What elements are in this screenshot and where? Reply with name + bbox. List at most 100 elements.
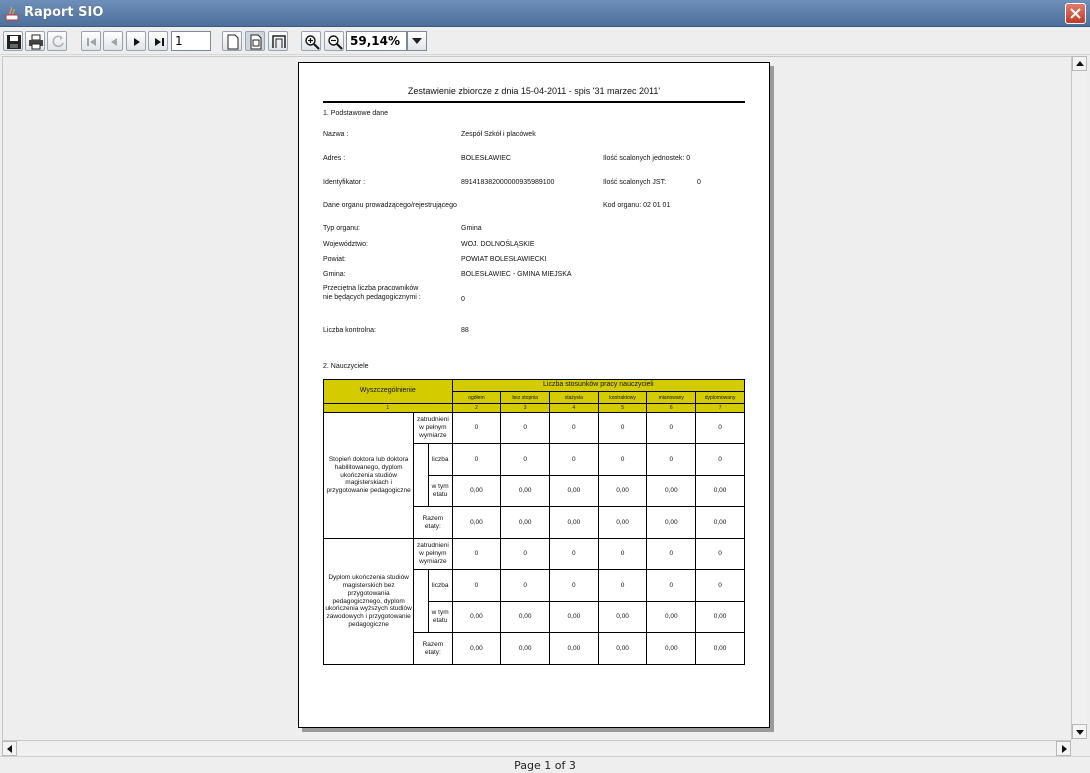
header-col: stażysta bbox=[549, 391, 599, 404]
table-cell: 0 bbox=[451, 569, 502, 602]
table-cell: 0,00 bbox=[451, 632, 502, 665]
group-label: Stopień doktora lub doktora habilitowane… bbox=[322, 412, 415, 539]
table-cell: 0 bbox=[597, 412, 648, 444]
page-indicator: Page 1 of 3 bbox=[514, 759, 576, 772]
report-title: Zestawienie zbiorcze z dnia 15-04-2011 -… bbox=[407, 86, 661, 96]
table-cell: 0,00 bbox=[451, 475, 502, 507]
scroll-up-button[interactable] bbox=[1072, 56, 1087, 71]
scroll-corner bbox=[1071, 740, 1087, 755]
organ-code: Kod organu: 02 01 01 bbox=[603, 202, 671, 209]
teachers-table: Wyszczególnienie Liczba stosunków pracy … bbox=[322, 379, 746, 665]
table-cell: 0,00 bbox=[695, 475, 745, 507]
horizontal-scrollbar[interactable] bbox=[2, 740, 1071, 756]
avg-staff-label-1: Przeciętna liczba pracowników bbox=[323, 285, 419, 292]
last-page-icon bbox=[155, 38, 164, 46]
table-cell: 0,00 bbox=[549, 475, 599, 507]
actual-size-button[interactable] bbox=[222, 31, 242, 51]
report-viewport[interactable]: Zestawienie zbiorcze z dnia 15-04-2011 -… bbox=[2, 56, 1072, 740]
header-col: dyplomowany bbox=[695, 391, 745, 404]
close-button[interactable] bbox=[1065, 3, 1086, 24]
report-page: Zestawienie zbiorcze z dnia 15-04-2011 -… bbox=[298, 62, 770, 728]
page-number-input[interactable]: 1 bbox=[171, 31, 211, 51]
table-cell: 0 bbox=[597, 538, 648, 570]
table-cell: 0,00 bbox=[695, 601, 745, 633]
printer-icon bbox=[29, 34, 43, 50]
wojewodztwo-label: Województwo: bbox=[323, 241, 369, 248]
fit-page-icon bbox=[250, 34, 262, 50]
arrow-right-icon bbox=[1062, 745, 1067, 753]
table-cell: 0,00 bbox=[500, 506, 550, 539]
vertical-scrollbar[interactable] bbox=[1071, 56, 1087, 740]
table-cell: 0 bbox=[695, 538, 745, 570]
next-page-button[interactable] bbox=[126, 31, 146, 51]
last-page-button[interactable] bbox=[148, 31, 168, 51]
merged-jst-value: 0 bbox=[697, 179, 701, 186]
table-cell: 0,00 bbox=[646, 475, 697, 507]
status-bar: Page 1 of 3 bbox=[0, 756, 1090, 773]
col-number: 7 bbox=[695, 403, 745, 413]
nazwa-label: Nazwa : bbox=[323, 131, 349, 138]
gmina-value: BOLESŁAWIEC - GMINA MIEJSKA bbox=[461, 271, 572, 278]
row-label-count: liczba bbox=[427, 443, 453, 476]
zoom-level-input[interactable]: 59,14% bbox=[346, 31, 407, 51]
zoom-in-button[interactable] bbox=[301, 31, 321, 51]
previous-page-icon bbox=[111, 38, 117, 46]
print-button[interactable] bbox=[25, 31, 45, 51]
table-cell: 0,00 bbox=[597, 601, 648, 633]
table-cell: 0 bbox=[695, 569, 745, 602]
chevron-down-icon bbox=[412, 38, 422, 44]
row-label-fte: w tym etatu bbox=[427, 601, 453, 633]
row-label-full-time: zatrudnieni w pełnym wymiarze bbox=[413, 538, 453, 570]
table-cell: 0 bbox=[549, 538, 599, 570]
table-cell: 0 bbox=[549, 569, 599, 602]
zoom-dropdown-button[interactable] bbox=[407, 31, 427, 51]
table-cell: 0,00 bbox=[549, 506, 599, 539]
col-number: 4 bbox=[549, 403, 599, 413]
table-cell: 0,00 bbox=[695, 632, 745, 665]
page-icon bbox=[227, 34, 239, 50]
reload-button[interactable] bbox=[47, 31, 67, 51]
col-number: 3 bbox=[500, 403, 550, 413]
gmina-label: Gmina: bbox=[323, 271, 346, 278]
adres-label: Adres : bbox=[323, 155, 346, 162]
table-cell: 0 bbox=[646, 412, 697, 444]
arrow-down-icon bbox=[1076, 730, 1084, 735]
scroll-left-button[interactable] bbox=[2, 741, 17, 756]
table-cell: 0 bbox=[646, 538, 697, 570]
table-cell: 0 bbox=[500, 443, 550, 476]
fit-width-icon bbox=[272, 35, 286, 48]
table-row: Dyplom ukończenia studiów magisterskich … bbox=[322, 538, 745, 665]
previous-page-button[interactable] bbox=[103, 31, 123, 51]
arrow-up-icon bbox=[1076, 61, 1084, 66]
save-button[interactable] bbox=[3, 31, 23, 51]
fit-page-button[interactable] bbox=[245, 31, 265, 51]
row-label-part-time: zatrudnieni w niepeł. wymiarze bbox=[413, 443, 429, 507]
identyfikator-value: 891418382000000935989100 bbox=[461, 179, 555, 186]
merged-jst-label: Ilość scalonych JST: bbox=[603, 179, 667, 186]
first-page-button[interactable] bbox=[81, 31, 101, 51]
control-number-value: 88 bbox=[461, 327, 469, 334]
table-cell: 0,00 bbox=[451, 506, 502, 539]
title-rule bbox=[323, 101, 745, 103]
powiat-value: POWIAT BOLESŁAWIECKI bbox=[461, 256, 547, 263]
header-col: bez stopnia bbox=[500, 391, 550, 404]
close-icon bbox=[1070, 8, 1081, 19]
zoom-out-button[interactable] bbox=[324, 31, 344, 51]
table-cell: 0 bbox=[646, 443, 697, 476]
scroll-right-button[interactable] bbox=[1056, 741, 1071, 756]
table-cell: 0 bbox=[549, 443, 599, 476]
wojewodztwo-value: WOJ. DOLNOŚLĄSKIE bbox=[461, 241, 535, 248]
header-group: Liczba stosunków pracy nauczycieli bbox=[451, 379, 746, 392]
scroll-down-button[interactable] bbox=[1072, 724, 1087, 739]
table-cell: 0 bbox=[451, 538, 502, 570]
table-cell: 0,00 bbox=[695, 506, 745, 539]
table-cell: 0,00 bbox=[500, 632, 550, 665]
organ-data-label: Dane organu prowadzącego/rejestrującego bbox=[323, 202, 457, 209]
first-page-icon bbox=[87, 38, 96, 46]
row-label-count: liczba bbox=[427, 569, 453, 602]
title-bar: Raport SIO bbox=[0, 0, 1090, 27]
toolbar: 1 59,14% bbox=[0, 27, 1090, 55]
fit-width-button[interactable] bbox=[268, 31, 288, 51]
col-number: 5 bbox=[597, 403, 648, 413]
header-col: mianowany bbox=[646, 391, 697, 404]
